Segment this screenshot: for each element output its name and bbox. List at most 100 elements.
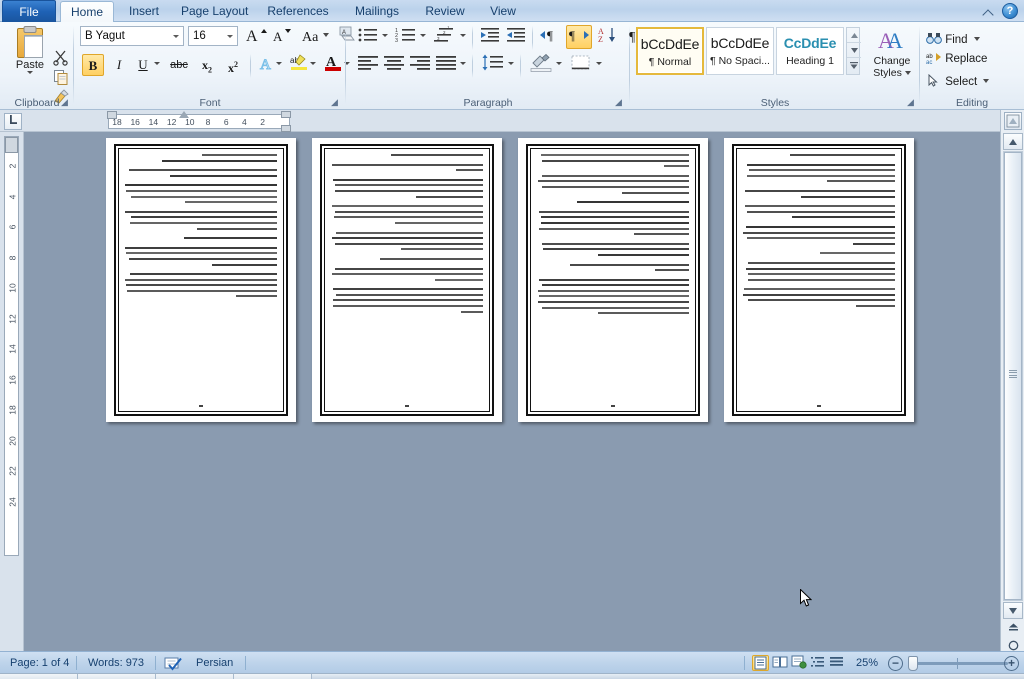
increase-indent-button[interactable] bbox=[504, 26, 528, 48]
document-page-4[interactable] bbox=[724, 138, 914, 422]
taskbar-item[interactable] bbox=[0, 674, 78, 679]
text-highlight-dropdown[interactable] bbox=[310, 62, 316, 65]
scroll-up-button[interactable] bbox=[1003, 133, 1023, 150]
taskbar-item[interactable] bbox=[78, 674, 156, 679]
align-center-button[interactable] bbox=[382, 54, 406, 76]
document-page-1[interactable] bbox=[106, 138, 296, 422]
find-button[interactable]: Find bbox=[926, 28, 980, 48]
font-color-button[interactable]: A bbox=[322, 52, 344, 74]
gallery-scroll-down-icon[interactable] bbox=[847, 43, 861, 58]
zoom-slider-track[interactable] bbox=[908, 662, 1008, 665]
bold-button[interactable]: B bbox=[82, 54, 104, 76]
top-margin-marker[interactable] bbox=[5, 137, 18, 153]
strikethrough-button[interactable]: abc bbox=[166, 54, 192, 76]
shading-dropdown[interactable] bbox=[556, 62, 562, 65]
bullets-dropdown[interactable] bbox=[382, 34, 388, 37]
underline-button[interactable]: U bbox=[132, 54, 154, 76]
tab-page-layout[interactable]: Page Layout bbox=[172, 1, 254, 22]
style-item-heading-1[interactable]: CcDdEe Heading 1 bbox=[776, 27, 844, 75]
tab-home[interactable]: Home bbox=[60, 1, 114, 23]
view-outline-button[interactable] bbox=[810, 655, 827, 671]
view-print-layout-button[interactable] bbox=[752, 655, 769, 671]
zoom-level[interactable]: 25% bbox=[848, 652, 886, 674]
previous-page-button[interactable] bbox=[1003, 619, 1023, 637]
language-indicator[interactable]: Persian bbox=[188, 652, 241, 674]
clipboard-dialog-launcher[interactable]: ◢ bbox=[59, 97, 70, 108]
document-page-3[interactable] bbox=[518, 138, 708, 422]
paragraph-dialog-launcher[interactable]: ◢ bbox=[613, 97, 624, 108]
multilevel-list-button[interactable]: 1 2 3 bbox=[432, 25, 458, 48]
shading-button[interactable] bbox=[528, 53, 554, 76]
view-web-layout-button[interactable] bbox=[791, 655, 808, 671]
align-right-button[interactable] bbox=[408, 54, 432, 76]
scroll-down-button[interactable] bbox=[1003, 602, 1023, 619]
borders-dropdown[interactable] bbox=[596, 62, 602, 65]
split-window-button[interactable] bbox=[1004, 112, 1022, 130]
paste-button[interactable]: Paste bbox=[8, 26, 52, 74]
underline-dropdown[interactable] bbox=[154, 62, 160, 65]
view-full-screen-reading-button[interactable] bbox=[772, 655, 789, 671]
justify-button[interactable] bbox=[434, 54, 458, 76]
styles-gallery-scroll[interactable] bbox=[846, 27, 861, 75]
italic-button[interactable]: I bbox=[108, 54, 130, 76]
tab-review[interactable]: Review bbox=[416, 1, 474, 22]
shrink-font-button[interactable]: A bbox=[270, 25, 294, 47]
proofing-status-button[interactable] bbox=[163, 656, 183, 674]
tab-stop-selector[interactable] bbox=[4, 113, 22, 130]
left-to-right-text-button[interactable]: ¶ bbox=[538, 26, 564, 48]
tab-insert[interactable]: Insert bbox=[118, 1, 170, 22]
borders-button[interactable] bbox=[568, 54, 594, 76]
numbering-button[interactable]: 1 2 3 bbox=[394, 26, 418, 48]
chevron-down-icon[interactable] bbox=[227, 35, 233, 38]
chevron-down-icon[interactable] bbox=[983, 70, 990, 90]
document-page-2[interactable] bbox=[312, 138, 502, 422]
zoom-in-button[interactable]: + bbox=[1004, 656, 1019, 671]
right-to-left-text-button[interactable]: ¶ bbox=[566, 25, 592, 49]
change-case-button[interactable]: Aa bbox=[300, 25, 332, 47]
word-count[interactable]: Words: 973 bbox=[80, 652, 152, 674]
change-styles-button[interactable]: A A Change Styles bbox=[866, 26, 918, 79]
font-name-input[interactable]: B Yagut bbox=[80, 26, 184, 46]
bullets-button[interactable] bbox=[356, 26, 380, 48]
right-indent-marker-top[interactable] bbox=[281, 111, 291, 118]
chevron-down-icon[interactable] bbox=[904, 67, 911, 78]
copy-button[interactable] bbox=[52, 68, 72, 88]
style-item-normal[interactable]: bCcDdEe ¶ Normal bbox=[636, 27, 704, 75]
replace-button[interactable]: ab ac Replace bbox=[926, 49, 987, 69]
scroll-thumb[interactable] bbox=[1004, 152, 1022, 600]
font-dialog-launcher[interactable]: ◢ bbox=[329, 97, 340, 108]
chevron-down-icon[interactable] bbox=[973, 28, 980, 48]
zoom-slider-knob[interactable] bbox=[908, 656, 918, 671]
style-item-no-spacing[interactable]: bCcDdEe ¶ No Spaci... bbox=[706, 27, 774, 75]
tab-file[interactable]: File bbox=[2, 0, 56, 22]
numbering-dropdown[interactable] bbox=[420, 34, 426, 37]
taskbar-item[interactable] bbox=[156, 674, 234, 679]
gallery-more-icon[interactable] bbox=[847, 58, 861, 73]
cut-button[interactable] bbox=[52, 48, 72, 68]
line-spacing-dropdown[interactable] bbox=[508, 62, 514, 65]
text-highlight-button[interactable]: ab bbox=[288, 52, 310, 74]
vertical-ruler[interactable]: 2 4 6 8 10 12 14 16 18 20 22 24 bbox=[4, 136, 19, 556]
line-spacing-button[interactable] bbox=[480, 54, 506, 76]
align-left-button[interactable] bbox=[356, 54, 380, 76]
font-size-input[interactable]: 16 bbox=[188, 26, 238, 46]
select-button[interactable]: Select bbox=[926, 70, 990, 90]
styles-dialog-launcher[interactable]: ◢ bbox=[905, 97, 916, 108]
sort-button[interactable]: A Z bbox=[596, 26, 620, 48]
vertical-scrollbar[interactable] bbox=[1000, 110, 1024, 667]
help-icon[interactable]: ? bbox=[1002, 3, 1018, 19]
gallery-scroll-up-icon[interactable] bbox=[847, 28, 861, 43]
horizontal-ruler[interactable]: 18 16 14 12 10 8 6 4 2 bbox=[107, 111, 291, 132]
view-draft-button[interactable] bbox=[829, 655, 846, 671]
text-effects-button[interactable]: A bbox=[256, 54, 278, 76]
subscript-button[interactable]: x2 bbox=[196, 54, 218, 76]
tab-references[interactable]: References bbox=[258, 1, 338, 22]
right-indent-marker-bottom[interactable] bbox=[281, 125, 291, 132]
page-indicator[interactable]: Page: 1 of 4 bbox=[2, 652, 77, 674]
scroll-track[interactable] bbox=[1003, 151, 1023, 601]
page-canvas[interactable] bbox=[24, 132, 1000, 651]
tab-mailings[interactable]: Mailings bbox=[344, 1, 410, 22]
zoom-out-button[interactable]: − bbox=[888, 656, 903, 671]
text-effects-dropdown[interactable] bbox=[276, 62, 282, 65]
multilevel-list-dropdown[interactable] bbox=[460, 34, 466, 37]
